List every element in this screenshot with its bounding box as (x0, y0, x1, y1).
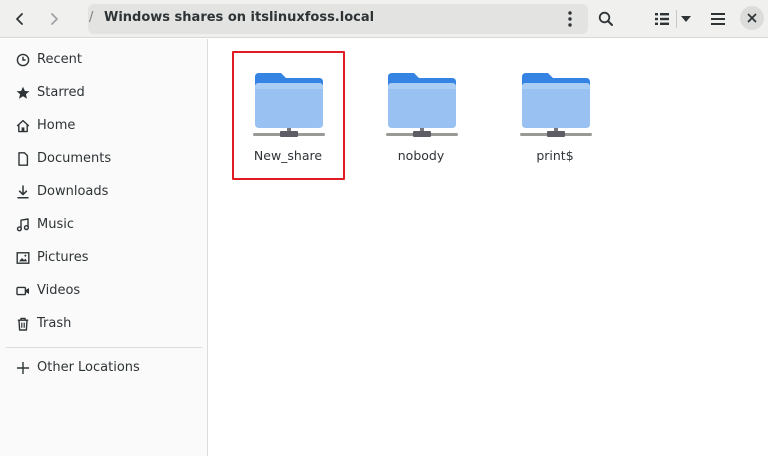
sidebar-item-label: Downloads (37, 184, 109, 199)
chevron-right-icon (51, 13, 58, 25)
search-icon (598, 11, 613, 26)
network-folder-icon (520, 73, 592, 137)
picture-icon (16, 251, 30, 265)
back-button[interactable] (6, 5, 34, 33)
sidebar-item-other-locations[interactable]: Other Locations (0, 353, 207, 383)
sidebar-item-starred[interactable]: Starred (0, 78, 207, 108)
sidebar-item-label: Documents (37, 151, 112, 166)
view-toggle-group (648, 5, 698, 33)
location-title[interactable]: Windows shares on itslinuxfoss.local (104, 10, 374, 25)
sidebar-item-music[interactable]: Music (0, 210, 207, 240)
sidebar-item-label: Videos (37, 283, 81, 298)
share-item-new-share[interactable]: New_share (233, 61, 343, 171)
sidebar-item-label: Music (37, 217, 74, 232)
clock-icon (16, 53, 30, 67)
close-icon (747, 13, 757, 23)
chevron-left-icon (16, 13, 23, 25)
sidebar-item-label: Trash (37, 316, 72, 331)
share-name: New_share (253, 148, 323, 163)
home-icon (16, 119, 30, 133)
sidebar-item-videos[interactable]: Videos (0, 276, 207, 306)
sidebar-item-trash[interactable]: Trash (0, 309, 207, 339)
network-folder-icon (253, 73, 325, 137)
hamburger-menu-icon (711, 13, 725, 25)
share-name: print$ (536, 148, 574, 163)
download-icon (16, 185, 30, 199)
header-bar: / Windows shares on itslinuxfoss.local (0, 0, 768, 38)
path-menu-button[interactable] (556, 5, 584, 33)
network-folder-icon (386, 73, 458, 137)
sidebar-item-label: Recent (37, 52, 82, 67)
sidebar-item-home[interactable]: Home (0, 111, 207, 141)
places-sidebar: Recent Starred Home Documents Downloads … (0, 39, 208, 456)
share-item-nobody[interactable]: nobody (366, 61, 476, 171)
location-path-bar[interactable]: / Windows shares on itslinuxfoss.local (88, 4, 588, 34)
search-button[interactable] (592, 5, 620, 33)
forward-button[interactable] (40, 5, 68, 33)
list-view-button[interactable] (648, 5, 676, 33)
plus-icon (16, 361, 30, 375)
music-icon (16, 218, 30, 232)
sidebar-item-pictures[interactable]: Pictures (0, 243, 207, 273)
sidebar-item-label: Starred (37, 85, 85, 100)
sidebar-item-label: Home (37, 118, 76, 133)
sidebar-item-downloads[interactable]: Downloads (0, 177, 207, 207)
sidebar-divider (6, 347, 202, 348)
triangle-down-icon (681, 16, 691, 22)
main-menu-button[interactable] (704, 5, 732, 33)
sidebar-item-label: Pictures (37, 250, 89, 265)
star-icon (16, 86, 30, 100)
sidebar-item-recent[interactable]: Recent (0, 45, 207, 75)
trash-icon (16, 317, 30, 331)
video-icon (16, 284, 30, 298)
file-grid: New_share nobody print$ (209, 39, 768, 456)
share-name: nobody (397, 148, 445, 163)
kebab-menu-icon (568, 11, 572, 27)
sidebar-item-documents[interactable]: Documents (0, 144, 207, 174)
document-icon (16, 152, 30, 166)
path-separator: / (89, 10, 94, 25)
share-item-print[interactable]: print$ (500, 61, 610, 171)
view-options-dropdown[interactable] (677, 5, 695, 33)
sidebar-item-label: Other Locations (37, 360, 140, 375)
window-close-button[interactable] (740, 6, 764, 30)
list-view-icon (655, 13, 669, 25)
